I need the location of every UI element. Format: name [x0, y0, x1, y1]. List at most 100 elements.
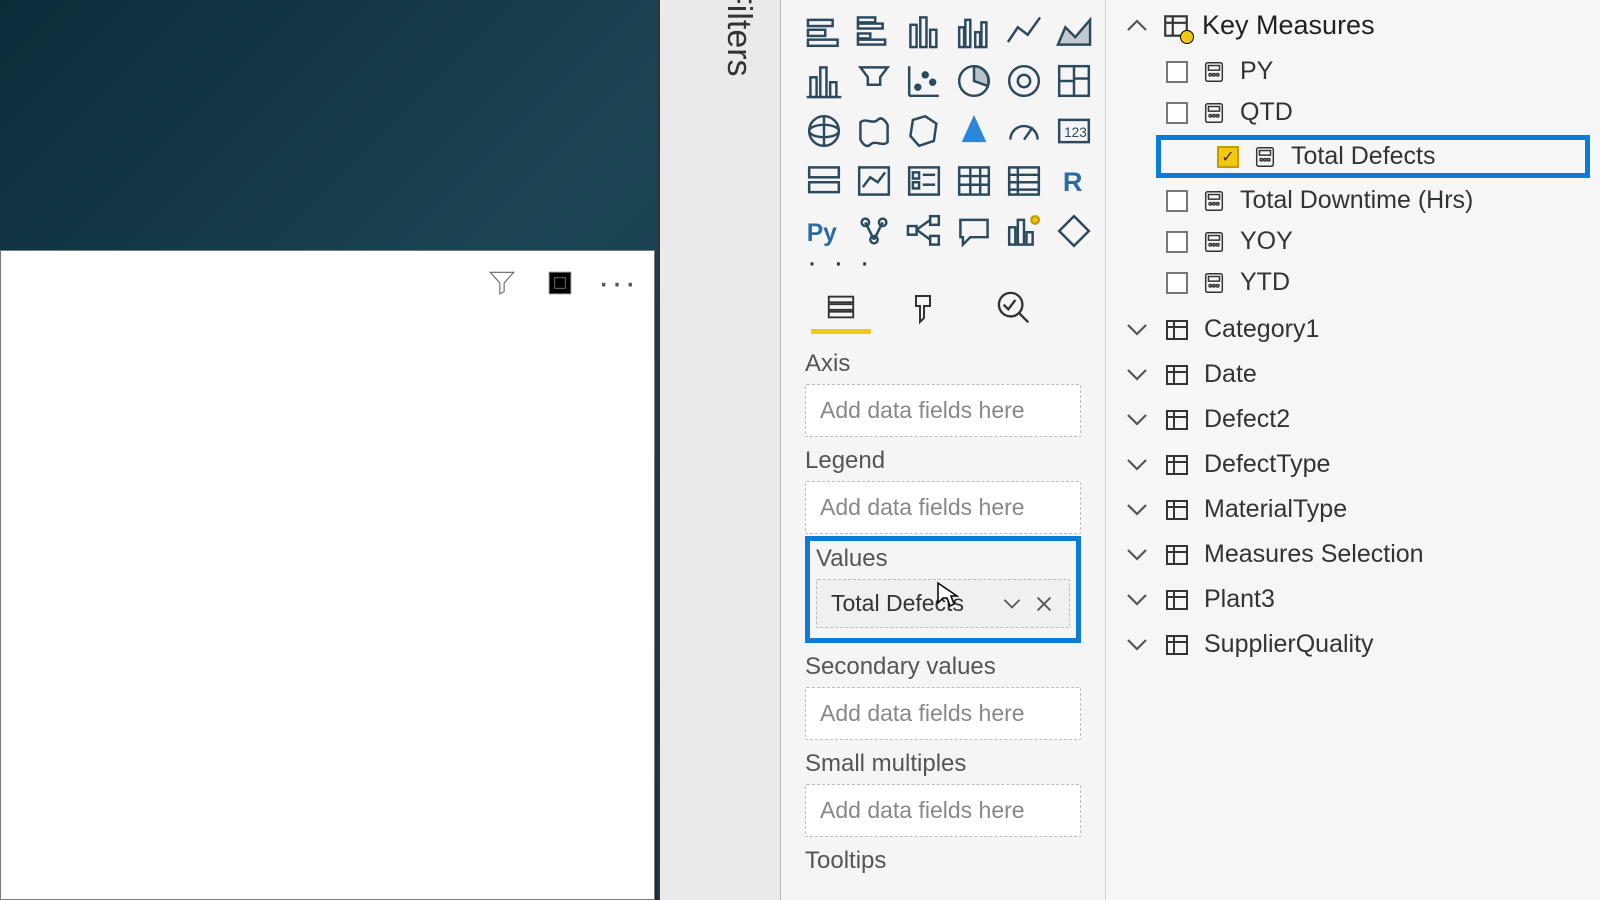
table-row[interactable]: MaterialType — [1106, 487, 1600, 532]
table-row[interactable]: Category1 — [1106, 307, 1600, 352]
viz-more-ellipsis-icon[interactable]: · · · — [781, 256, 1105, 280]
calculator-icon — [1202, 101, 1226, 125]
viz-kpi-icon[interactable] — [853, 160, 895, 202]
viz-table-icon[interactable] — [953, 160, 995, 202]
table-label: Plant3 — [1204, 585, 1275, 614]
table-label: Date — [1204, 360, 1257, 389]
viz-pie-icon[interactable] — [953, 60, 995, 102]
measure-checkbox[interactable] — [1166, 190, 1188, 212]
well-values-chip[interactable]: Total Defects — [816, 579, 1070, 628]
measure-checkbox[interactable] — [1166, 61, 1188, 83]
visual-placeholder[interactable]: ··· — [0, 250, 655, 900]
well-small-multiples-drop[interactable]: Add data fields here — [805, 784, 1081, 837]
viz-clustered-column-icon[interactable] — [953, 10, 995, 52]
measure-row[interactable]: YOY — [1106, 221, 1600, 262]
viz-area-icon[interactable] — [1053, 10, 1095, 52]
viz-gauge-icon[interactable] — [1003, 110, 1045, 152]
measure-row[interactable]: Total Downtime (Hrs) — [1106, 180, 1600, 221]
calculator-icon — [1202, 189, 1226, 213]
tab-analytics[interactable] — [987, 284, 1039, 330]
table-row[interactable]: DefectType — [1106, 442, 1600, 487]
filters-label: Filters — [719, 0, 758, 77]
viz-smart-narrative-icon[interactable] — [1003, 210, 1045, 252]
viz-clustered-bar-icon[interactable] — [853, 10, 895, 52]
measure-checkbox[interactable] — [1217, 146, 1239, 168]
well-secondary-drop[interactable]: Add data fields here — [805, 687, 1081, 740]
viz-azure-map-icon[interactable] — [953, 110, 995, 152]
viz-get-more-icon[interactable] — [1053, 210, 1095, 252]
measure-checkbox[interactable] — [1166, 231, 1188, 253]
viz-scatter-icon[interactable] — [903, 60, 945, 102]
table-icon — [1164, 452, 1190, 478]
chevron-down-icon — [1124, 587, 1150, 613]
well-secondary-label: Secondary values — [805, 643, 1081, 687]
viz-treemap-icon[interactable] — [1053, 60, 1095, 102]
measure-label: QTD — [1240, 98, 1293, 127]
measure-row[interactable]: YTD — [1106, 262, 1600, 303]
well-values-label: Values — [816, 545, 1070, 579]
measure-checkbox[interactable] — [1166, 102, 1188, 124]
viz-slicer-icon[interactable] — [903, 160, 945, 202]
remove-field-icon[interactable] — [1033, 593, 1055, 615]
well-values-chip-label: Total Defects — [831, 590, 964, 617]
table-label: Category1 — [1204, 315, 1319, 344]
viz-type-gallery: 123 R Py — [781, 0, 1105, 256]
measure-label: PY — [1240, 57, 1273, 86]
measure-label: Total Defects — [1291, 142, 1436, 171]
viz-donut-icon[interactable] — [1003, 60, 1045, 102]
viz-shape-map-icon[interactable] — [903, 110, 945, 152]
viz-funnel-icon[interactable] — [853, 60, 895, 102]
visual-filter-icon[interactable] — [484, 265, 520, 301]
visual-focus-icon[interactable] — [542, 265, 578, 301]
chevron-down-icon — [1124, 407, 1150, 433]
viz-matrix-icon[interactable] — [1003, 160, 1045, 202]
visual-more-icon[interactable]: ··· — [600, 265, 636, 301]
viz-stacked-column-icon[interactable] — [903, 10, 945, 52]
viz-card-icon[interactable]: 123 — [1053, 110, 1095, 152]
measure-label: YTD — [1240, 268, 1290, 297]
viz-line-icon[interactable] — [1003, 10, 1045, 52]
viz-map-icon[interactable] — [803, 110, 845, 152]
table-row[interactable]: Defect2 — [1106, 397, 1600, 442]
tab-fields[interactable] — [815, 284, 867, 330]
table-label: SupplierQuality — [1204, 630, 1374, 659]
table-icon — [1164, 362, 1190, 388]
viz-qna-icon[interactable] — [953, 210, 995, 252]
key-measures-title: Key Measures — [1202, 10, 1375, 41]
well-values-highlight: Values Total Defects — [805, 536, 1081, 643]
table-icon — [1164, 497, 1190, 523]
table-label: Defect2 — [1204, 405, 1290, 434]
table-icon — [1164, 587, 1190, 613]
table-row[interactable]: Measures Selection — [1106, 532, 1600, 577]
table-icon — [1164, 542, 1190, 568]
table-label: Measures Selection — [1204, 540, 1424, 569]
measure-row[interactable]: QTD — [1106, 92, 1600, 133]
table-row[interactable]: SupplierQuality — [1106, 622, 1600, 667]
measure-row[interactable]: PY — [1106, 51, 1600, 92]
chevron-down-icon — [1124, 632, 1150, 658]
viz-r-script-icon[interactable]: R — [1053, 160, 1095, 202]
key-measures-header[interactable]: Key Measures — [1106, 0, 1600, 51]
table-row[interactable]: Plant3 — [1106, 577, 1600, 622]
viz-column-icon[interactable] — [803, 60, 845, 102]
viz-stacked-bar-icon[interactable] — [803, 10, 845, 52]
svg-text:Py: Py — [807, 220, 837, 247]
well-axis-drop[interactable]: Add data fields here — [805, 384, 1081, 437]
viz-decomp-tree-icon[interactable] — [903, 210, 945, 252]
measure-label: YOY — [1240, 227, 1293, 256]
viz-multirow-card-icon[interactable] — [803, 160, 845, 202]
chevron-down-icon — [1124, 497, 1150, 523]
table-icon — [1164, 632, 1190, 658]
filters-pane-collapsed[interactable]: Filters — [660, 0, 780, 900]
measure-checkbox[interactable] — [1166, 272, 1188, 294]
report-canvas-bg: ··· — [0, 0, 660, 900]
chevron-down-icon — [1124, 362, 1150, 388]
measure-row[interactable]: Total Defects — [1156, 135, 1590, 178]
chevron-down-icon[interactable] — [1001, 593, 1023, 615]
viz-filled-map-icon[interactable] — [853, 110, 895, 152]
well-legend-drop[interactable]: Add data fields here — [805, 481, 1081, 534]
tab-format[interactable] — [901, 284, 953, 330]
svg-text:123: 123 — [1064, 125, 1087, 140]
table-row[interactable]: Date — [1106, 352, 1600, 397]
table-icon — [1164, 407, 1190, 433]
